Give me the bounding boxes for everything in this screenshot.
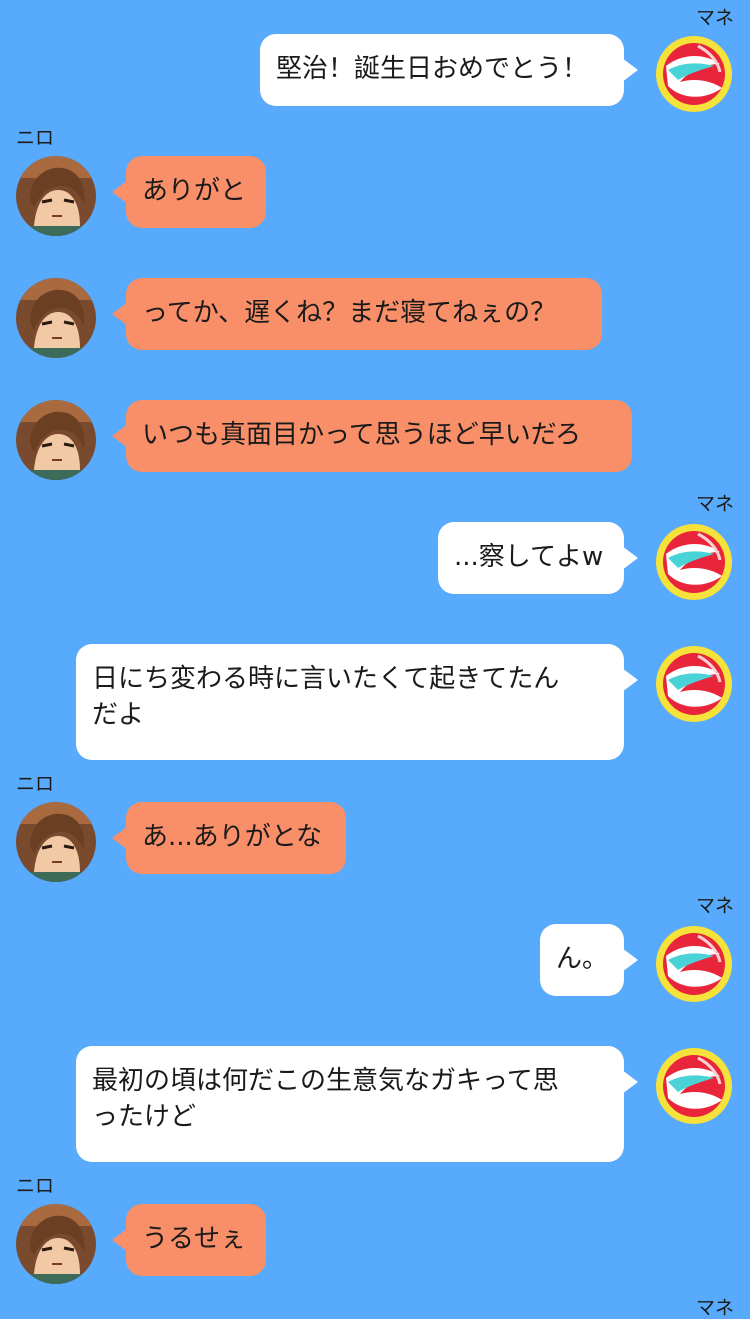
message-bubble: 日にち変わる時に言いたくて起きてたん だよ xyxy=(76,644,638,760)
sender-name-self: マネ xyxy=(696,1297,735,1319)
self-avatar[interactable] xyxy=(654,1046,734,1126)
other-avatar[interactable] xyxy=(16,156,96,236)
message-bubble: 最初の頃は何だこの生意気なガキって思 ったけど xyxy=(76,1046,638,1162)
message-bubble: ってか、遅くね？まだ寝てねぇの？ xyxy=(112,278,602,350)
volleyball-avatar-icon xyxy=(656,646,732,722)
character-avatar-icon xyxy=(16,156,96,236)
character-avatar-icon xyxy=(16,278,96,358)
volleyball-avatar-icon xyxy=(656,36,732,112)
sender-name-other: ニロ xyxy=(16,127,55,149)
message-bubble: うるせぇ xyxy=(112,1204,266,1276)
other-avatar[interactable] xyxy=(16,1204,96,1284)
sender-name-self: マネ xyxy=(696,493,735,515)
sender-name-self: マネ xyxy=(696,895,735,917)
character-avatar-icon xyxy=(16,1204,96,1284)
message-bubble: ん。 xyxy=(540,924,638,996)
character-avatar-icon xyxy=(16,400,96,480)
sender-name-self: マネ xyxy=(696,7,735,29)
other-avatar[interactable] xyxy=(16,278,96,358)
character-avatar-icon xyxy=(16,802,96,882)
sender-name-other: ニロ xyxy=(16,773,55,795)
message-bubble: ...察してよw xyxy=(438,522,638,594)
volleyball-avatar-icon xyxy=(656,524,732,600)
other-avatar[interactable] xyxy=(16,802,96,882)
volleyball-avatar-icon xyxy=(656,1048,732,1124)
volleyball-avatar-icon xyxy=(656,926,732,1002)
message-bubble: あ...ありがとな xyxy=(112,802,346,874)
self-avatar[interactable] xyxy=(654,34,734,114)
self-avatar[interactable] xyxy=(654,924,734,1004)
chat-view[interactable]: マネ 堅治！誕生日おめでとう！ ニロ ありがと ってか、遅くね？まだ寝てねぇの？… xyxy=(0,0,750,1318)
other-avatar[interactable] xyxy=(16,400,96,480)
sender-name-other: ニロ xyxy=(16,1175,55,1197)
message-bubble: いつも真面目かって思うほど早いだろ xyxy=(112,400,632,472)
self-avatar[interactable] xyxy=(654,522,734,602)
message-bubble: ありがと xyxy=(112,156,266,228)
self-avatar[interactable] xyxy=(654,644,734,724)
message-bubble: 堅治！誕生日おめでとう！ xyxy=(260,34,638,106)
